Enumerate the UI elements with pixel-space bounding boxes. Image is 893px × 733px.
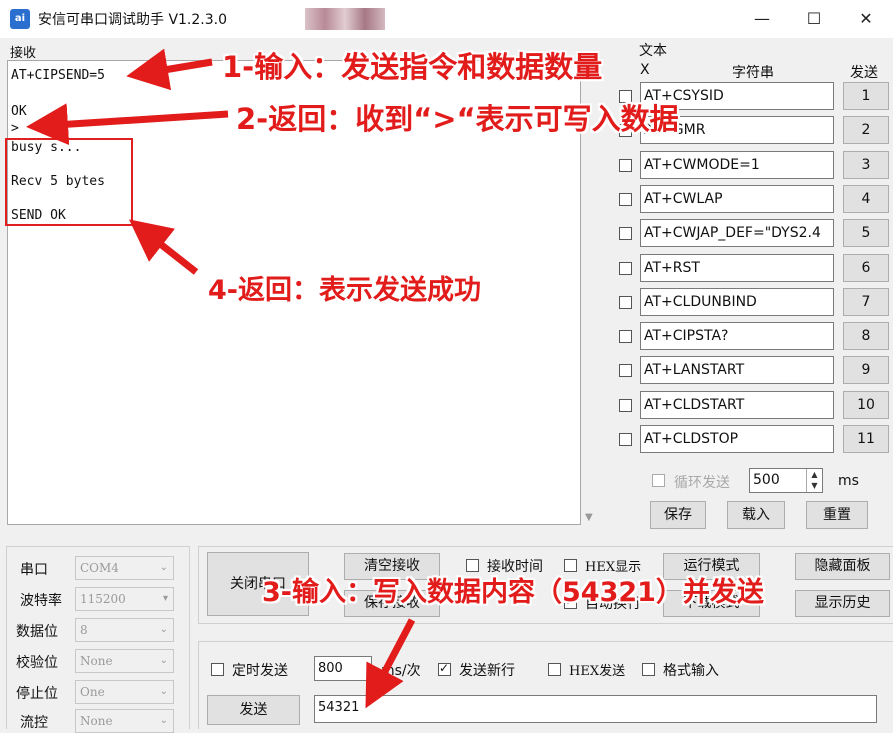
row-5-string-input[interactable]: AT+CWJAP_DEF="DYS2.4 xyxy=(640,219,834,248)
row-3-checkbox[interactable] xyxy=(619,158,632,172)
interval-unit-label: ms/次 xyxy=(381,663,421,679)
row-8-checkbox[interactable] xyxy=(619,330,632,344)
row-5-send-button[interactable]: 5 xyxy=(843,219,889,248)
blurred-region xyxy=(305,8,385,30)
format-input-label: 格式输入 xyxy=(663,663,719,679)
row-11-string-input[interactable]: AT+CLDSTOP xyxy=(640,425,834,453)
row-9-send-button[interactable]: 9 xyxy=(843,356,889,385)
row-7-send-button[interactable]: 7 xyxy=(843,287,889,316)
port-select[interactable]: COM4 ⌄ xyxy=(75,556,174,580)
flow-select[interactable]: None ⌄ xyxy=(75,709,174,733)
row-1-send-button[interactable]: 1 xyxy=(843,82,889,110)
row-11-checkbox[interactable] xyxy=(619,433,632,446)
scroll-down-icon[interactable]: ▼ xyxy=(585,512,593,523)
send-newline-checkbox[interactable] xyxy=(438,661,451,676)
databits-label: 数据位 xyxy=(16,624,58,640)
row-4-send-button[interactable]: 4 xyxy=(843,184,889,213)
stopbits-label: 停止位 xyxy=(16,686,58,702)
annotation-3: 3-输入：写入数据内容（54321）并发送 xyxy=(262,577,764,608)
row-6-string-input[interactable]: AT+RST xyxy=(640,253,834,282)
minimize-button[interactable]: — xyxy=(742,6,782,32)
receive-line: > xyxy=(11,121,19,136)
close-button[interactable]: ✕ xyxy=(846,6,886,32)
maximize-button[interactable]: ☐ xyxy=(794,6,834,32)
baud-label: 波特率 xyxy=(20,593,62,609)
parity-label: 校验位 xyxy=(16,655,58,671)
databits-value: 8 xyxy=(80,623,88,637)
port-value: COM4 xyxy=(80,561,119,575)
timed-send-label: 定时发送 xyxy=(232,663,288,679)
parity-value: None xyxy=(80,654,113,668)
row-4-checkbox[interactable] xyxy=(619,192,632,206)
baud-select[interactable]: 115200 ▾ xyxy=(75,587,174,611)
row-7-checkbox[interactable] xyxy=(619,295,632,309)
row-6-send-button[interactable]: 6 xyxy=(843,253,889,282)
column-send-header: 发送 xyxy=(850,65,878,81)
send-newline-label: 发送新行 xyxy=(459,663,515,679)
annotation-2: 2-返回：收到“>“表示可写入数据 xyxy=(236,102,679,136)
receive-line: OK xyxy=(11,104,27,119)
hex-send-label: HEX发送 xyxy=(569,664,626,679)
timed-interval-input[interactable]: 800 xyxy=(314,656,372,681)
highlight-box xyxy=(5,138,133,226)
chevron-down-icon: ⌄ xyxy=(159,562,168,573)
baud-value: 115200 xyxy=(80,592,126,606)
loop-send-checkbox[interactable] xyxy=(652,474,665,487)
format-input-checkbox[interactable] xyxy=(642,663,655,676)
row-6-checkbox[interactable] xyxy=(619,261,632,275)
stopbits-select[interactable]: One ⌄ xyxy=(75,680,174,704)
row-10-string-input[interactable]: AT+CLDSTART xyxy=(640,390,834,419)
chevron-down-icon: ⌄ xyxy=(159,624,168,635)
port-label: 串口 xyxy=(20,562,48,578)
annotation-1: 1-输入：发送指令和数据数量 xyxy=(222,50,603,84)
multi-text-title: 文本 xyxy=(639,43,667,59)
app-logo-icon: ai xyxy=(10,9,30,29)
receive-line: AT+CIPSEND=5 xyxy=(11,68,105,83)
row-7-string-input[interactable]: AT+CLDUNBIND xyxy=(640,287,834,316)
row-10-checkbox[interactable] xyxy=(619,398,632,412)
row-3-send-button[interactable]: 3 xyxy=(843,150,889,179)
row-9-string-input[interactable]: AT+LANSTART xyxy=(640,356,834,385)
chevron-down-icon: ⌄ xyxy=(159,686,168,697)
reset-button[interactable]: 重置 xyxy=(806,501,868,529)
stopbits-value: One xyxy=(80,685,105,699)
timed-send-checkbox[interactable] xyxy=(211,663,224,676)
window-title: 安信可串口调试助手 V1.2.3.0 xyxy=(38,12,228,28)
loop-send-label: 循环发送 xyxy=(674,475,730,491)
databits-select[interactable]: 8 ⌄ xyxy=(75,618,174,642)
load-button[interactable]: 载入 xyxy=(727,501,785,529)
annotation-4: 4-返回：表示发送成功 xyxy=(208,275,481,306)
interval-spinner[interactable]: ▲ ▼ xyxy=(806,469,822,492)
row-11-send-button[interactable]: 11 xyxy=(843,425,889,453)
row-2-send-button[interactable]: 2 xyxy=(843,116,889,145)
column-x-header: X xyxy=(640,62,650,78)
send-button[interactable]: 发送 xyxy=(207,695,300,725)
row-5-checkbox[interactable] xyxy=(619,227,632,241)
chevron-down-icon: ⌄ xyxy=(159,655,168,666)
row-8-send-button[interactable]: 8 xyxy=(843,322,889,351)
row-8-string-input[interactable]: AT+CIPSTA? xyxy=(640,322,834,351)
send-text-input[interactable]: 54321 xyxy=(314,695,877,723)
title-bar: ai 安信可串口调试助手 V1.2.3.0 — ☐ ✕ xyxy=(0,0,893,38)
flow-value: None xyxy=(80,714,113,728)
receive-label: 接收 xyxy=(10,46,37,61)
row-10-send-button[interactable]: 10 xyxy=(843,390,889,419)
loop-unit-label: ms xyxy=(838,473,859,489)
flow-label: 流控 xyxy=(20,715,48,731)
parity-select[interactable]: None ⌄ xyxy=(75,649,174,673)
row-4-string-input[interactable]: AT+CWLAP xyxy=(640,184,834,213)
row-3-string-input[interactable]: AT+CWMODE=1 xyxy=(640,150,834,179)
hex-send-checkbox[interactable] xyxy=(548,663,561,676)
show-history-button[interactable]: 显示历史 xyxy=(795,590,890,617)
save-button[interactable]: 保存 xyxy=(650,501,706,529)
row-9-checkbox[interactable] xyxy=(619,364,632,378)
hide-panel-button[interactable]: 隐藏面板 xyxy=(795,553,890,580)
chevron-down-icon: ▾ xyxy=(162,593,168,604)
column-string-header: 字符串 xyxy=(732,65,774,81)
